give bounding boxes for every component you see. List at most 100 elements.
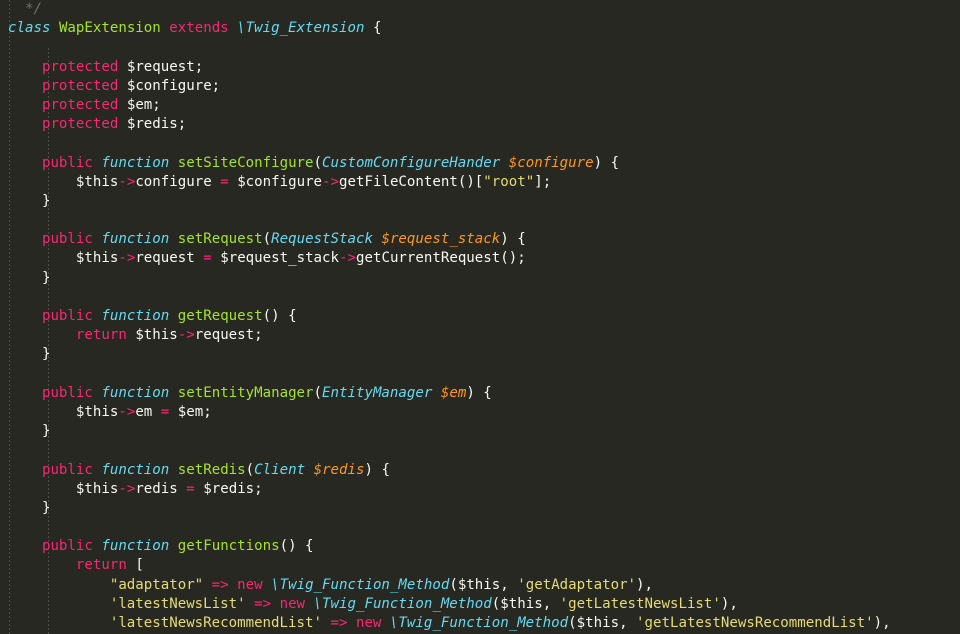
expression: request bbox=[135, 250, 195, 267]
class-twig-function-method: \Twig_Function_Method bbox=[389, 615, 569, 631]
code-line: public function setEntityManager(EntityM… bbox=[0, 384, 960, 403]
string-root: "root" bbox=[483, 173, 535, 190]
code-line: } bbox=[0, 192, 960, 211]
code-line: } bbox=[0, 345, 960, 364]
property-request: $request; bbox=[126, 58, 204, 75]
code-line: public function setSiteConfigure(CustomC… bbox=[0, 154, 960, 173]
keyword-protected: protected bbox=[41, 116, 119, 133]
punctuation: (); bbox=[500, 250, 526, 267]
class-name: WapExtension bbox=[58, 20, 161, 37]
expression: $request_stack bbox=[220, 250, 340, 267]
punctuation: ()[ bbox=[457, 173, 484, 190]
arrow-operator: -> bbox=[322, 173, 340, 190]
code-line: protected $redis; bbox=[0, 115, 960, 134]
code-line: */ bbox=[0, 0, 960, 19]
brace-close: } bbox=[41, 269, 51, 286]
twig-fn-key-latestNewsList: 'latestNewsList' bbox=[109, 595, 246, 612]
keyword-new: new bbox=[237, 576, 263, 593]
expression: $configure bbox=[237, 173, 323, 190]
paren-open: ( bbox=[568, 615, 577, 631]
arrow-operator: -> bbox=[118, 250, 136, 267]
paren-close: ), bbox=[636, 576, 654, 593]
code-line: $this->redis = $redis; bbox=[0, 480, 960, 499]
param-em: $em bbox=[440, 384, 467, 401]
bracket-open: [ bbox=[135, 557, 144, 574]
expression: $this bbox=[457, 576, 501, 593]
param-redis: $redis bbox=[313, 461, 365, 478]
brace-close: } bbox=[41, 423, 51, 440]
callback-getLatestNewsRecommendList: 'getLatestNewsRecommendList' bbox=[636, 615, 874, 631]
fat-arrow-operator: => bbox=[330, 615, 348, 631]
expression: configure bbox=[135, 173, 212, 190]
code-line: protected $configure; bbox=[0, 77, 960, 96]
paren-close: ), bbox=[873, 615, 891, 631]
paren-open: ( bbox=[313, 384, 323, 401]
type-hint: EntityManager bbox=[322, 384, 433, 401]
keyword-protected: protected bbox=[41, 96, 119, 113]
keyword-function: function bbox=[101, 538, 170, 555]
keyword-public: public bbox=[41, 231, 93, 248]
keyword-public: public bbox=[41, 308, 93, 324]
code-editor-pane[interactable]: */ class WapExtension extends \Twig_Exten… bbox=[0, 0, 960, 634]
expression: $this bbox=[75, 403, 119, 420]
brace-close: } bbox=[41, 346, 51, 363]
expression: $this bbox=[75, 173, 119, 190]
paren-close: ) { bbox=[500, 231, 526, 248]
arrow-operator: -> bbox=[118, 173, 136, 190]
property-redis: $redis; bbox=[126, 116, 187, 133]
method-name-setEntityManager: setEntityManager bbox=[177, 384, 314, 401]
arrow-operator: -> bbox=[118, 480, 136, 497]
expression: getCurrentRequest bbox=[356, 250, 501, 267]
twig-fn-key-adaptator: "adaptator" bbox=[109, 576, 204, 593]
method-name-setRequest: setRequest bbox=[177, 231, 263, 248]
keyword-function: function bbox=[101, 231, 170, 248]
method-name-setSiteConfigure: setSiteConfigure bbox=[177, 154, 314, 171]
assign-operator: = bbox=[220, 173, 229, 190]
class-twig-function-method: \Twig_Function_Method bbox=[271, 576, 450, 593]
method-name-setRedis: setRedis bbox=[177, 461, 246, 478]
code-line: protected $request; bbox=[0, 58, 960, 77]
method-name-getFunctions: getFunctions bbox=[177, 538, 280, 555]
paren-close: ) { bbox=[466, 384, 492, 401]
keyword-return: return bbox=[75, 327, 127, 344]
code-line: "adaptator" => new \Twig_Function_Method… bbox=[0, 576, 960, 595]
code-line: } bbox=[0, 269, 960, 288]
expression: $em; bbox=[177, 403, 212, 420]
comma: , bbox=[542, 595, 560, 612]
keyword-public: public bbox=[41, 384, 93, 401]
keyword-extends: extends bbox=[169, 20, 229, 37]
paren-open: ( bbox=[245, 461, 255, 478]
method-name-getRequest: getRequest bbox=[177, 308, 263, 324]
callback-getAdaptator: 'getAdaptator' bbox=[517, 576, 637, 593]
brace-open: { bbox=[372, 20, 382, 37]
code-line: } bbox=[0, 499, 960, 518]
paren-close: ) { bbox=[364, 461, 390, 478]
code-line: public function getFunctions() { bbox=[0, 537, 960, 556]
keyword-class: class bbox=[8, 20, 51, 37]
code-line: 'latestNewsRecommendList' => new \Twig_F… bbox=[0, 614, 960, 633]
paren-open: ( bbox=[449, 576, 458, 593]
arrow-operator: -> bbox=[339, 250, 356, 267]
punctuation: () { bbox=[279, 538, 314, 555]
code-line: $this->configure = $configure->getFileCo… bbox=[0, 173, 960, 192]
type-hint: Client bbox=[254, 461, 306, 478]
assign-operator: = bbox=[186, 480, 195, 497]
source-code-area[interactable]: */ class WapExtension extends \Twig_Exten… bbox=[0, 0, 960, 634]
expression: em bbox=[135, 403, 153, 420]
expression: request; bbox=[194, 327, 263, 344]
param-configure: $configure bbox=[508, 154, 594, 171]
keyword-function: function bbox=[101, 154, 170, 171]
assign-operator: = bbox=[160, 403, 170, 420]
arrow-operator: -> bbox=[177, 327, 195, 344]
code-line: return [ bbox=[0, 556, 960, 575]
keyword-protected: protected bbox=[41, 77, 119, 94]
keyword-function: function bbox=[101, 461, 170, 478]
code-line: public function setRequest(RequestStack … bbox=[0, 230, 960, 249]
fat-arrow-operator: => bbox=[254, 595, 272, 612]
code-line: public function getRequest() { bbox=[0, 307, 960, 326]
property-em: $em; bbox=[126, 96, 161, 113]
